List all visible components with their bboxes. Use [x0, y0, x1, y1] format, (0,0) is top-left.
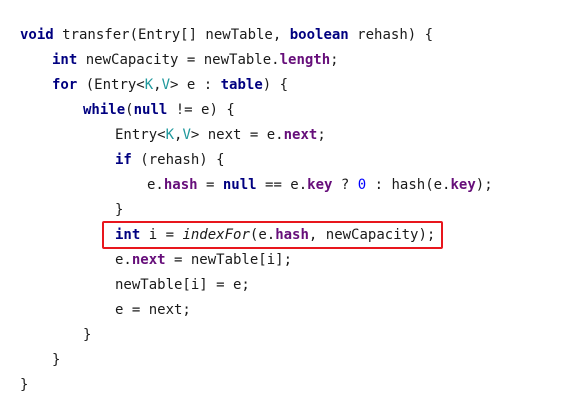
code-token: table	[220, 77, 263, 93]
code-token: e = next;	[115, 302, 191, 318]
code-token: hash	[163, 177, 198, 193]
code-token: int	[52, 52, 78, 68]
code-token: void	[20, 27, 54, 43]
code-token: next	[131, 252, 166, 268]
code-token: V	[182, 127, 191, 143]
code-token: newTable[i] = e;	[115, 277, 250, 293]
code-token: null	[133, 102, 168, 118]
code-token: key	[307, 177, 333, 193]
code-token: == e.	[256, 177, 308, 193]
code-token: ,	[153, 77, 162, 93]
code-line-13: }	[83, 324, 91, 346]
code-token: key	[450, 177, 476, 193]
code-token: );	[475, 177, 493, 193]
code-token: e.	[115, 252, 132, 268]
code-token: != e) {	[167, 102, 235, 118]
code-line-6: if (rehash) {	[115, 149, 225, 171]
code-token: boolean	[289, 27, 349, 43]
code-token: }	[20, 377, 29, 393]
code-line-1: void transfer(Entry[] newTable, boolean …	[20, 24, 433, 46]
code-token: ;	[330, 52, 339, 68]
code-token: = newTable[i];	[165, 252, 293, 268]
code-line-8: }	[115, 199, 123, 221]
code-token: Entry<	[115, 127, 166, 143]
code-token: rehash) {	[348, 27, 434, 43]
code-token: length	[279, 52, 331, 68]
code-token: for	[52, 77, 78, 93]
code-token: K	[165, 127, 175, 143]
code-token: e.	[147, 177, 164, 193]
code-token: V	[161, 77, 171, 93]
code-token: (rehash) {	[131, 152, 225, 168]
code-token: > e :	[170, 77, 221, 93]
code-line-11: newTable[i] = e;	[115, 274, 250, 296]
code-line-2: int newCapacity = newTable.length;	[52, 49, 339, 71]
code-token: }	[83, 327, 92, 343]
code-line-15: }	[20, 374, 28, 396]
code-token: null	[222, 177, 257, 193]
code-token: > next = e.	[190, 127, 284, 143]
code-line-12: e = next;	[115, 299, 191, 321]
code-token: : hash(e.	[366, 177, 451, 193]
highlight-box	[102, 221, 443, 249]
code-token: next	[283, 127, 318, 143]
code-token: (Entry<	[77, 77, 145, 93]
code-token: newCapacity = newTable.	[77, 52, 280, 68]
code-token: =	[197, 177, 223, 193]
code-line-7: e.hash = null == e.key ? 0 : hash(e.key)…	[147, 174, 493, 196]
code-token: 0	[357, 177, 367, 193]
code-token: while	[83, 102, 126, 118]
code-token: }	[115, 202, 124, 218]
code-token: ?	[332, 177, 358, 193]
code-line-3: for (Entry<K,V> e : table) {	[52, 74, 288, 96]
code-line-5: Entry<K,V> next = e.next;	[115, 124, 326, 146]
code-token: K	[144, 77, 154, 93]
code-line-4: while(null != e) {	[83, 99, 235, 121]
code-token: transfer(Entry[] newTable,	[53, 27, 290, 43]
code-line-10: e.next = newTable[i];	[115, 249, 292, 271]
code-token: if	[115, 152, 132, 168]
code-snippet: void transfer(Entry[] newTable, boolean …	[0, 0, 575, 402]
code-line-14: }	[52, 349, 60, 371]
code-token: ) {	[262, 77, 289, 93]
code-token: ;	[317, 127, 326, 143]
code-token: }	[52, 352, 61, 368]
code-token: (	[125, 102, 134, 118]
